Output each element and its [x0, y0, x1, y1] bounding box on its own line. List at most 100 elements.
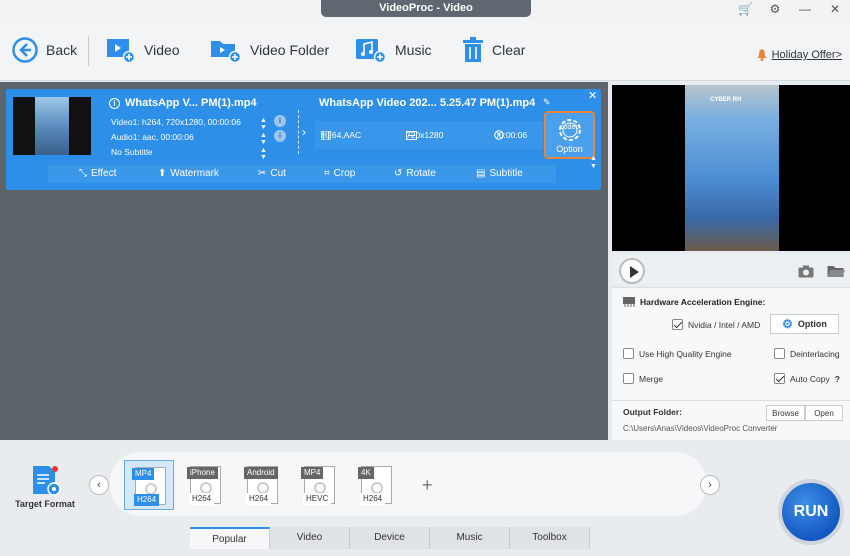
title-bar: VideoProc - Video 🛒 ⚙ — ✕ [0, 0, 850, 19]
audio-track-info-icon[interactable]: i [274, 130, 286, 142]
merge-check[interactable] [623, 373, 634, 384]
subtitle-icon: ▤ [476, 168, 486, 179]
subtitle-button[interactable]: ▤ Subtitle [476, 168, 523, 179]
browse-button[interactable]: Browse [766, 405, 805, 421]
minimize-icon[interactable]: — [798, 2, 812, 16]
back-button[interactable]: Back [12, 19, 77, 81]
holiday-offer-link[interactable]: Holiday Offer> [756, 49, 842, 61]
video-thumbnail[interactable] [13, 97, 91, 155]
next-format-button[interactable]: › [700, 475, 720, 495]
codec-option-button[interactable]: codec Option [544, 111, 595, 159]
tab-music[interactable]: Music [430, 527, 510, 549]
watermark-button[interactable]: ⬆ Watermark [158, 168, 219, 179]
close-icon[interactable]: ✕ [828, 2, 842, 16]
merge-label: Merge [639, 373, 664, 384]
video-track-stepper-icon[interactable]: ▲ ▼ [260, 117, 267, 131]
snapshot-camera-icon[interactable] [798, 265, 814, 278]
merge-checkbox[interactable]: Merge [623, 373, 663, 384]
format-item-bottom: H264 [189, 493, 215, 505]
high-quality-label: Use High Quality Engine [639, 348, 732, 359]
add-format-icon[interactable]: + [422, 475, 433, 496]
format-item-mp4-h264[interactable]: MP4 H264 [124, 460, 174, 510]
tab-video[interactable]: Video [270, 527, 350, 549]
output-folder-path[interactable]: C:\Users\Anas\Videos\VideoProc Converter [623, 424, 777, 433]
run-button[interactable]: RUN [778, 479, 844, 545]
format-item-iphone-h264[interactable]: iPhone H264 [180, 460, 230, 510]
output-duration: 00:00:06 [494, 130, 528, 140]
play-button[interactable] [619, 258, 645, 284]
hw-vendor-checkbox[interactable]: Nvidia / Intel / AMD [672, 319, 760, 330]
format-item-top: MP4 [132, 468, 155, 480]
info-icon[interactable]: i [109, 97, 120, 109]
output-file-name[interactable]: WhatsApp Video 202... 5.25.47 PM(1).mp4 [319, 97, 535, 109]
video-preview[interactable]: CYBER RH [612, 85, 850, 251]
music-label: Music [395, 42, 432, 58]
video-item-card[interactable]: i WhatsApp V... PM(1).mp4 Video1: h264, … [6, 89, 601, 190]
back-label: Back [46, 42, 78, 58]
subtitle-stepper-icon[interactable]: ▲ ▼ [260, 147, 267, 161]
hw-vendor-check[interactable] [672, 319, 683, 330]
tab-popular[interactable]: Popular [190, 527, 270, 549]
effect-button[interactable]: ⤡ Effect [79, 168, 116, 179]
clear-button[interactable]: Clear [462, 19, 525, 81]
format-item-bottom: H264 [360, 493, 386, 505]
hw-option-label: Option [797, 319, 827, 329]
high-quality-check[interactable] [623, 348, 634, 359]
output-folder-label: Output Folder: [623, 407, 683, 417]
tab-toolbox[interactable]: Toolbox [510, 527, 590, 549]
video-track-info-icon[interactable]: i [274, 115, 286, 127]
format-item-4k-h264[interactable]: 4K H264 [351, 460, 401, 510]
add-video-folder-button[interactable]: Video Folder [210, 19, 329, 81]
expand-arrows-icon[interactable]: ▲ ▼ [590, 155, 597, 171]
open-button[interactable]: Open [805, 405, 843, 421]
format-item-android-h264[interactable]: Android H264 [237, 460, 287, 510]
format-item-mp4-hevc[interactable]: MP4 HEVC [294, 460, 344, 510]
add-video-button[interactable]: Video [106, 19, 180, 81]
effect-label: Effect [91, 168, 117, 179]
wand-icon: ⤡ [79, 168, 87, 179]
auto-copy-label: Auto Copy [790, 373, 830, 384]
auto-copy-help-icon[interactable]: ? [835, 374, 840, 384]
cart-icon[interactable]: 🛒 [738, 2, 753, 16]
auto-copy-check[interactable] [774, 373, 785, 384]
format-item-bottom: HEVC [303, 493, 332, 505]
cut-button[interactable]: ✂ Cut [258, 168, 286, 179]
deinterlacing-check[interactable] [774, 348, 785, 359]
deinterlacing-checkbox[interactable]: Deinterlacing [774, 348, 840, 359]
target-format-button[interactable]: Target Format [8, 466, 82, 516]
toolbar: Back Video Video Folder Music Clear Holi… [0, 19, 850, 81]
crop-button[interactable]: ⌗ Crop [324, 168, 355, 179]
rotate-label: Rotate [406, 168, 436, 179]
video-track-select[interactable]: Video1: h264, 720x1280, 00:00:06 [111, 117, 241, 127]
prev-format-button[interactable]: ‹ [89, 475, 109, 495]
playback-controls [612, 254, 850, 284]
remove-item-icon[interactable]: ✕ [588, 89, 597, 102]
videoproc-window: VideoProc - Video 🛒 ⚙ — ✕ Back Video Vid… [0, 0, 850, 556]
watermark-label: Watermark [170, 168, 219, 179]
edit-name-icon[interactable]: ✎ [543, 97, 551, 108]
output-info-bar: H264,AAC 720x1280 00:00:06 [315, 121, 543, 149]
video-label: Video [144, 42, 180, 58]
tab-device[interactable]: Device [350, 527, 430, 549]
bell-icon [756, 49, 767, 61]
hw-option-button[interactable]: ⚙ Option [770, 314, 839, 334]
format-item-top: iPhone [187, 467, 218, 479]
gear-small-icon: ⚙ [782, 317, 793, 331]
rotate-button[interactable]: ↺ Rotate [394, 168, 436, 179]
scissors-icon: ✂ [258, 168, 267, 179]
open-folder-icon[interactable] [827, 265, 846, 278]
add-music-button[interactable]: Music [355, 19, 432, 81]
format-item-top: MP4 [301, 467, 324, 479]
subtitle-select[interactable]: No Subtitle [111, 147, 153, 157]
settings-divider [612, 400, 850, 401]
auto-copy-checkbox[interactable]: Auto Copy? [774, 373, 840, 384]
gear-icon[interactable]: ⚙ [768, 2, 782, 16]
clear-label: Clear [492, 42, 526, 58]
high-quality-engine-checkbox[interactable]: Use High Quality Engine [623, 348, 732, 359]
audio-track-select[interactable]: Audio1: aac, 00:00:06 [111, 132, 194, 142]
convert-arrow-icon: › [302, 125, 306, 139]
audio-track-stepper-icon[interactable]: ▲ ▼ [260, 132, 267, 146]
music-icon [356, 39, 387, 63]
holiday-offer-label: Holiday Offer> [771, 49, 842, 61]
hw-accel-label: Hardware Acceleration Engine: [640, 297, 766, 307]
